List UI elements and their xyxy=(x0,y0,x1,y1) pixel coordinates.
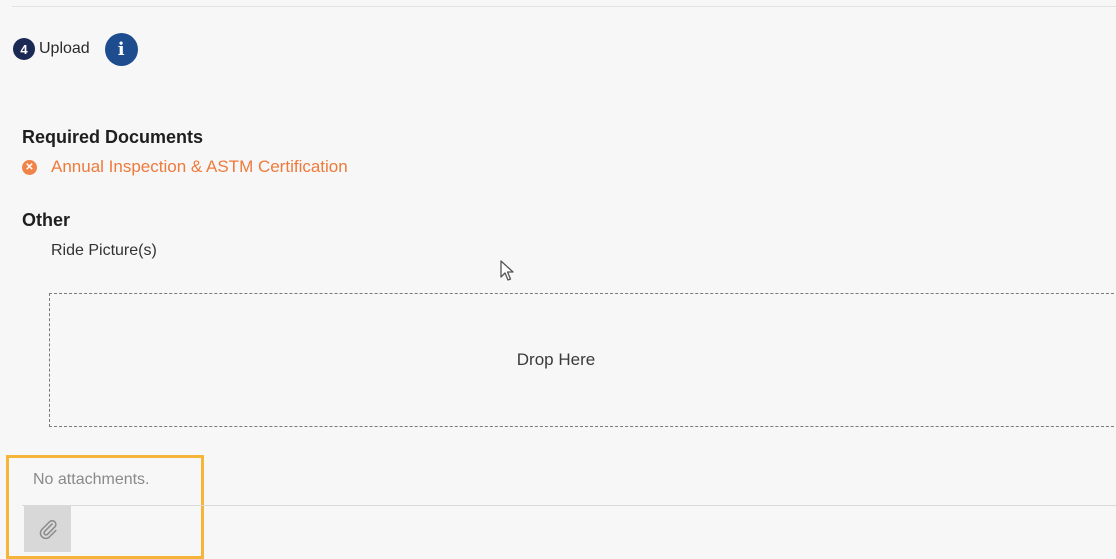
paperclip-icon xyxy=(39,519,57,540)
mouse-cursor-icon xyxy=(500,260,514,281)
attach-file-button[interactable] xyxy=(24,506,71,552)
no-attachments-text: No attachments. xyxy=(33,471,150,488)
required-document-item[interactable]: ✕ Annual Inspection & ASTM Certification xyxy=(22,157,348,177)
info-icon[interactable]: i xyxy=(104,32,138,66)
file-drop-zone[interactable]: Drop Here xyxy=(49,293,1116,427)
step-title: Upload xyxy=(39,40,90,57)
ride-pictures-label: Ride Picture(s) xyxy=(51,242,157,259)
error-circle-icon: ✕ xyxy=(22,159,37,175)
other-heading: Other xyxy=(22,210,71,230)
step-number-badge: 4 xyxy=(13,38,35,60)
top-divider xyxy=(12,6,1116,7)
attachments-divider xyxy=(22,505,1116,506)
step-header: 4 Upload i xyxy=(13,32,138,66)
required-document-label: Annual Inspection & ASTM Certification xyxy=(51,157,348,176)
required-documents-heading: Required Documents xyxy=(22,127,204,147)
drop-zone-text: Drop Here xyxy=(516,350,596,369)
